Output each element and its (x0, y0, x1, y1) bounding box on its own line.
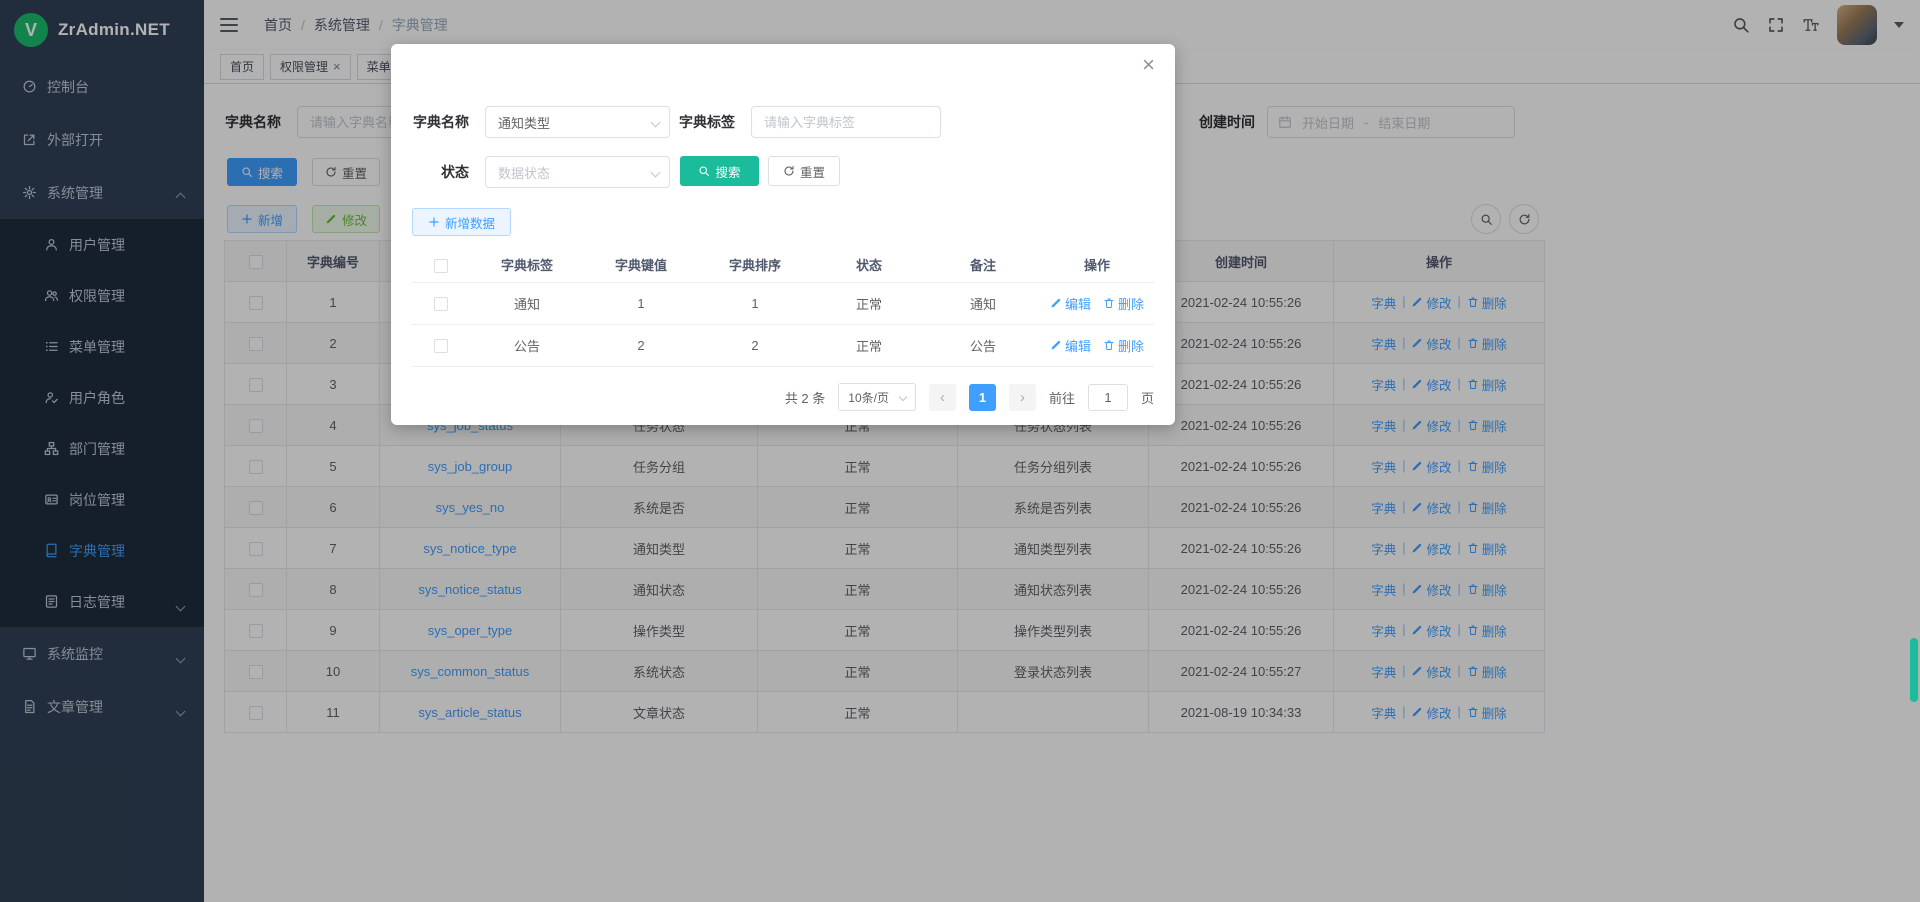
dialog-dict-label-label: 字典标签 (671, 106, 735, 138)
dialog-status-label: 状态 (405, 156, 469, 188)
select-all-header (412, 248, 470, 282)
chevron-down-icon (899, 393, 907, 401)
select-placeholder: 数据状态 (498, 163, 550, 182)
cell-status: 正常 (812, 324, 926, 366)
table-header-row: 字典标签 字典键值 字典排序 状态 备注 操作 (412, 248, 1154, 282)
pencil-icon (1050, 297, 1062, 309)
cell-remark: 通知 (926, 282, 1040, 324)
dict-data-table: 字典标签 字典键值 字典排序 状态 备注 操作 通知11正常通知编辑删除 公告2… (412, 248, 1154, 367)
delete-link[interactable]: 删除 (1103, 294, 1144, 313)
cell-dict-value: 2 (584, 324, 698, 366)
cell-dict-label: 通知 (470, 282, 584, 324)
trash-icon (1103, 297, 1115, 309)
edit-link[interactable]: 编辑 (1050, 336, 1091, 355)
col-dict-value: 字典键值 (584, 248, 698, 282)
table-row: 通知11正常通知编辑删除 (412, 282, 1154, 324)
dialog-search-button[interactable]: 搜索 (680, 156, 759, 186)
dialog-dict-name-label: 字典名称 (405, 106, 469, 138)
col-dict-label: 字典标签 (470, 248, 584, 282)
selected-value: 10条/页 (848, 389, 889, 406)
cell-ops: 编辑删除 (1040, 282, 1154, 324)
dict-label-input[interactable] (751, 106, 941, 138)
col-status: 状态 (812, 248, 926, 282)
trash-icon (1103, 339, 1115, 351)
page-1-button[interactable]: 1 (969, 384, 996, 411)
page-size-select[interactable]: 10条/页 (838, 383, 916, 411)
cell-remark: 公告 (926, 324, 1040, 366)
chevron-down-icon (651, 117, 661, 127)
search-icon (698, 165, 710, 177)
dialog-pagination: 共 2 条 10条/页 ‹ 1 › 前往 页 (412, 383, 1154, 411)
refresh-icon (783, 165, 795, 177)
cell-dict-label: 公告 (470, 324, 584, 366)
page-unit-label: 页 (1141, 388, 1154, 407)
goto-page-input[interactable] (1088, 384, 1128, 411)
col-remark: 备注 (926, 248, 1040, 282)
prev-page-button[interactable]: ‹ (929, 384, 956, 411)
goto-label: 前往 (1049, 388, 1075, 407)
table-row: 公告22正常公告编辑删除 (412, 324, 1154, 366)
total-count: 共 2 条 (785, 388, 825, 407)
page-scrollbar-thumb[interactable] (1910, 638, 1918, 702)
close-icon[interactable]: × (1142, 54, 1155, 76)
data-status-select[interactable]: 数据状态 (485, 156, 670, 188)
cell-dict-value: 1 (584, 282, 698, 324)
delete-link[interactable]: 删除 (1103, 336, 1144, 355)
cell-status: 正常 (812, 282, 926, 324)
row-checkbox[interactable] (434, 297, 448, 311)
dict-data-dialog: × 字典名称 通知类型 字典标签 状态 数据状态 搜索 重置 新增数据 字典标签… (391, 44, 1175, 425)
col-dict-sort: 字典排序 (698, 248, 812, 282)
dialog-reset-button[interactable]: 重置 (768, 156, 840, 186)
add-dict-data-button[interactable]: 新增数据 (412, 208, 511, 236)
cell-dict-sort: 1 (698, 282, 812, 324)
next-page-button[interactable]: › (1009, 384, 1036, 411)
col-ops: 操作 (1040, 248, 1154, 282)
select-all-checkbox[interactable] (434, 259, 448, 273)
cell-dict-sort: 2 (698, 324, 812, 366)
edit-link[interactable]: 编辑 (1050, 294, 1091, 313)
chevron-down-icon (651, 167, 661, 177)
row-checkbox[interactable] (434, 339, 448, 353)
cell-ops: 编辑删除 (1040, 324, 1154, 366)
selected-value: 通知类型 (498, 113, 550, 132)
dict-type-select[interactable]: 通知类型 (485, 106, 670, 138)
plus-icon (428, 216, 440, 228)
pencil-icon (1050, 339, 1062, 351)
